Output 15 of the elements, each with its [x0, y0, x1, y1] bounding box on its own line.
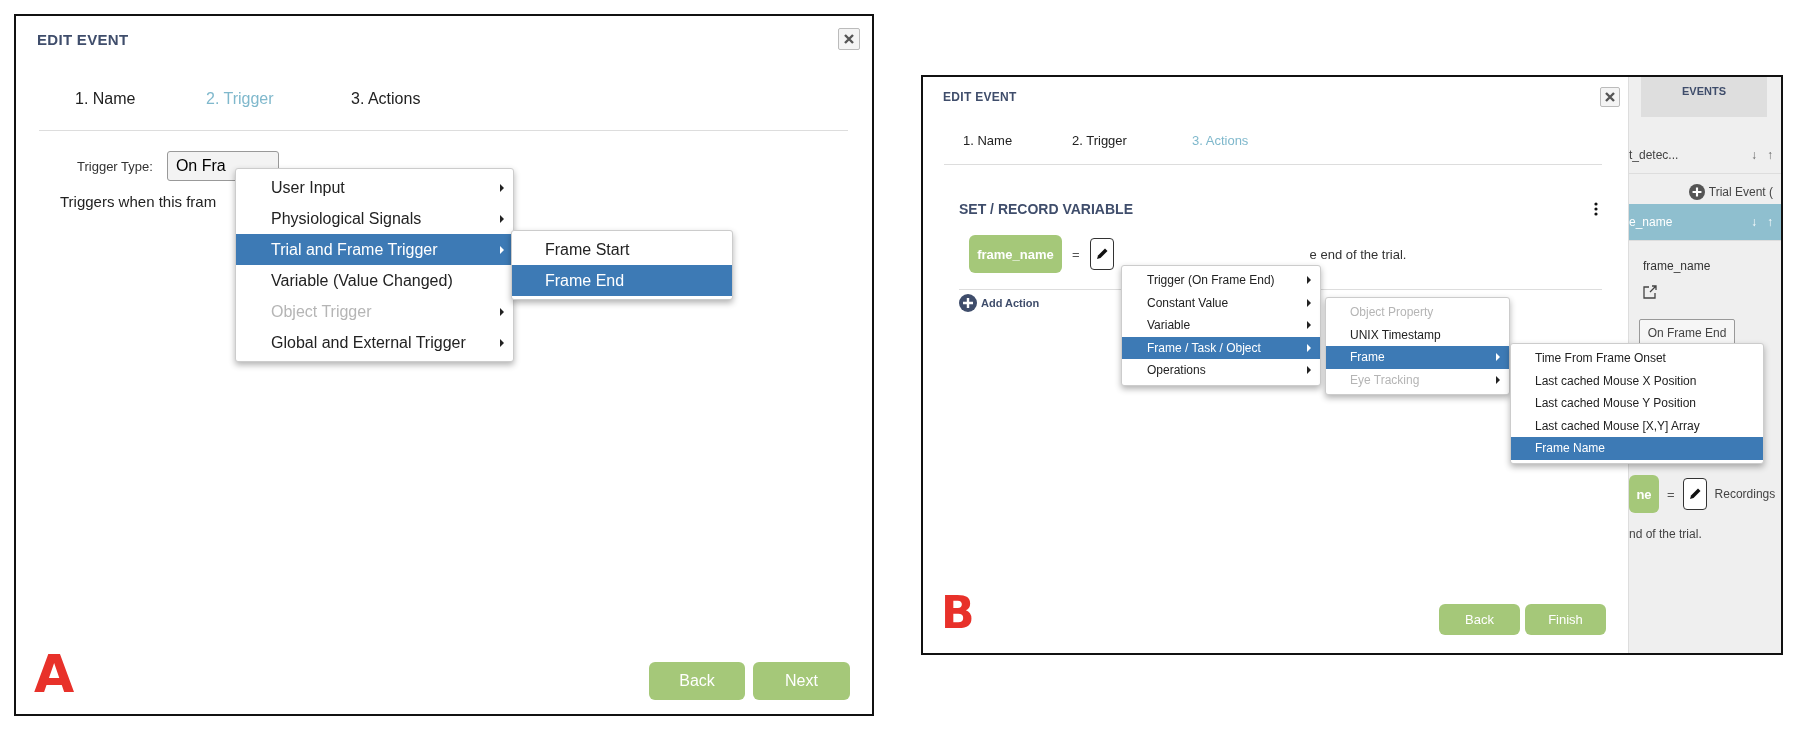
event-name: t_detec...: [1629, 148, 1679, 162]
field-label: Trigger Type:: [77, 158, 153, 174]
panel-letter: A: [34, 648, 75, 700]
trigger-description: Triggers when this fram: [60, 193, 217, 210]
dialog-title: EDIT EVENT: [943, 90, 1017, 104]
value-text: nd of the trial.: [1629, 527, 1703, 541]
dialog-title: EDIT EVENT: [37, 30, 129, 48]
value-text: e end of the trial.: [1309, 246, 1407, 262]
equals-sign: =: [1072, 246, 1080, 262]
panel-letter: B: [941, 591, 975, 635]
variable-name: frame_name: [1643, 259, 1712, 273]
value-text: Recordings: [1714, 487, 1776, 501]
equals-sign: =: [1667, 486, 1675, 502]
section-title: SET / RECORD VARIABLE: [959, 201, 1133, 217]
event-name: e_name: [1629, 215, 1673, 229]
